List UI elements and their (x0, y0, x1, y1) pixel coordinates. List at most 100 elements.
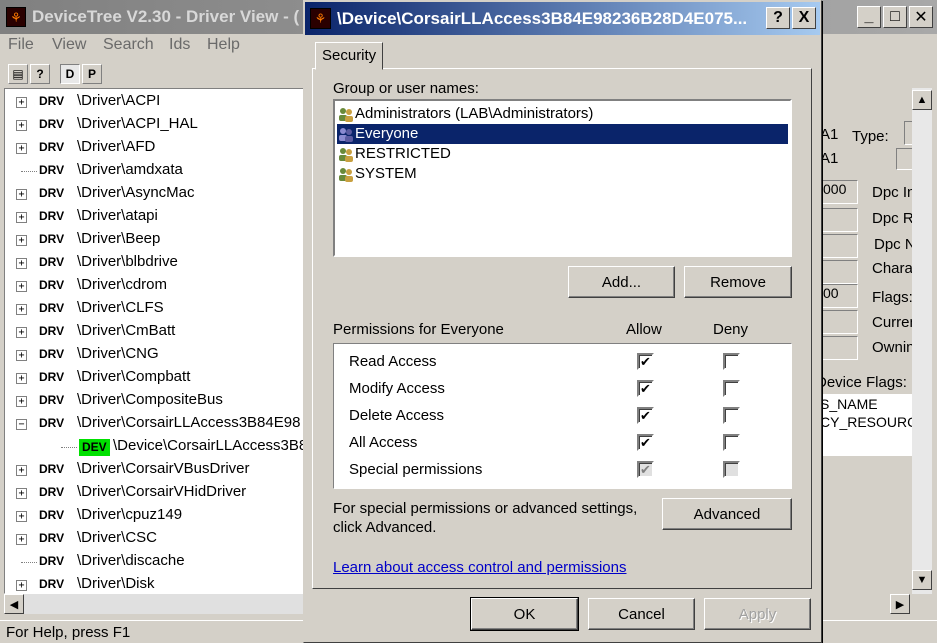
minimize-button[interactable]: _ (857, 6, 881, 28)
driver-tag: DRV (39, 531, 65, 545)
menu-help[interactable]: Help (207, 36, 240, 54)
dialog-help-button[interactable]: ? (766, 7, 790, 29)
tree-expander[interactable]: + (16, 488, 27, 499)
driver-tree[interactable]: + DRV \Driver\ACPI + DRV \Driver\ACPI_HAL + DRV… (4, 88, 306, 594)
tree-expander[interactable]: − (16, 419, 27, 430)
maximize-button[interactable]: □ (883, 6, 907, 28)
dialog-titlebar[interactable]: ⚘ \Device\CorsairLLAccess3B84E98236B28D4… (305, 2, 820, 35)
arrow-down-icon: ▼ (916, 574, 928, 586)
tab-security[interactable]: Security (315, 42, 384, 70)
tree-expander[interactable]: + (16, 235, 27, 246)
help-button[interactable]: ? (30, 64, 50, 84)
tree-expander[interactable]: + (16, 465, 27, 476)
tree-expander[interactable]: + (16, 350, 27, 361)
tree-node[interactable]: + DRV \Driver\cpuz149 (5, 505, 305, 528)
user-item-system[interactable]: SYSTEM (337, 164, 788, 184)
tree-expander[interactable]: + (16, 258, 27, 269)
menu-file[interactable]: File (8, 36, 34, 54)
device-flags-list[interactable]: S_NAME CY_RESOURC (820, 394, 912, 456)
ok-button[interactable]: OK (470, 597, 579, 631)
add-button[interactable]: Add... (568, 266, 675, 298)
tree-node-label: \Device\CorsairLLAccess3B8 (113, 437, 306, 454)
user-item-restricted[interactable]: RESTRICTED (337, 144, 788, 164)
tree-expander[interactable]: + (16, 327, 27, 338)
tree-expander[interactable]: + (16, 212, 27, 223)
tree-expander[interactable]: + (16, 534, 27, 545)
remove-button[interactable]: Remove (684, 266, 792, 298)
user-list[interactable]: Administrators (LAB\Administrators) Ever… (333, 99, 792, 257)
print-button[interactable]: ▤ (8, 64, 28, 84)
delete-allow-checkbox[interactable]: ✔ (637, 407, 654, 424)
tree-node[interactable]: + DRV \Driver\CorsairVBusDriver (5, 459, 305, 482)
tree-node[interactable]: − DRV \Driver\CorsairLLAccess3B84E98 (5, 413, 305, 436)
tree-node[interactable]: + DRV \Driver\CompositeBus (5, 390, 305, 413)
delete-deny-checkbox[interactable] (723, 407, 740, 424)
tree-expander[interactable]: + (16, 189, 27, 200)
menu-ids[interactable]: Ids (169, 36, 190, 54)
tree-node[interactable]: + DRV \Driver\atapi (5, 206, 305, 229)
device-flags-label: Device Flags: (816, 374, 907, 391)
vertical-scrollbar[interactable]: ▲ ▼ (912, 88, 932, 594)
menu-view[interactable]: View (52, 36, 86, 54)
user-item-administrators[interactable]: Administrators (LAB\Administrators) (337, 104, 788, 124)
tree-expander[interactable]: + (16, 511, 27, 522)
tree-node[interactable]: DEV \Device\CorsairLLAccess3B8 (5, 436, 305, 459)
tree-node[interactable]: + DRV \Driver\CmBatt (5, 321, 305, 344)
tree-node[interactable]: + DRV \Driver\AFD (5, 137, 305, 160)
tree-expander[interactable]: + (16, 304, 27, 315)
tree-node[interactable]: + DRV \Driver\CNG (5, 344, 305, 367)
scroll-down-button[interactable]: ▼ (912, 570, 932, 590)
user-name: Administrators (LAB\Administrators) (355, 105, 594, 122)
advanced-button[interactable]: Advanced (662, 498, 792, 530)
scroll-right-button[interactable]: ▶ (890, 594, 910, 614)
tree-expander[interactable]: + (16, 143, 27, 154)
tree-node[interactable]: + DRV \Driver\CLFS (5, 298, 305, 321)
tree-node[interactable]: + DRV \Driver\CorsairVHidDriver (5, 482, 305, 505)
tree-node[interactable]: + DRV \Driver\ACPI_HAL (5, 114, 305, 137)
permission-name: Modify Access (349, 380, 445, 397)
permission-row-all: All Access ✔ (334, 430, 791, 457)
read-deny-checkbox[interactable] (723, 353, 740, 370)
tree-node[interactable]: DRV \Driver\discache (5, 551, 305, 574)
all-allow-checkbox[interactable]: ✔ (637, 434, 654, 451)
scroll-up-button[interactable]: ▲ (912, 90, 932, 110)
advanced-hint-line-1: For special permissions or advanced sett… (333, 500, 638, 517)
modify-deny-checkbox[interactable] (723, 380, 740, 397)
tree-node[interactable]: + DRV \Driver\Compbatt (5, 367, 305, 390)
allow-header: Allow (626, 321, 662, 338)
all-deny-checkbox[interactable] (723, 434, 740, 451)
tree-expander[interactable]: + (16, 97, 27, 108)
tree-expander[interactable]: + (16, 373, 27, 384)
tree-expander[interactable]: + (16, 396, 27, 407)
tree-node[interactable]: + DRV \Driver\ACPI (5, 91, 305, 114)
driver-view-button[interactable]: D (60, 64, 80, 84)
user-item-everyone[interactable]: Everyone (337, 124, 788, 144)
pnp-view-button[interactable]: P (82, 64, 102, 84)
horizontal-scrollbar[interactable]: ◀ (4, 594, 306, 614)
close-button[interactable]: ✕ (909, 6, 933, 28)
scroll-left-button[interactable]: ◀ (4, 594, 24, 614)
apply-button[interactable]: Apply (704, 598, 811, 630)
tree-expander[interactable]: + (16, 281, 27, 292)
driver-tag: DRV (39, 393, 65, 407)
tree-node[interactable]: DRV \Driver\amdxata (5, 160, 305, 183)
driver-tag: DRV (39, 163, 65, 177)
tree-expander[interactable]: + (16, 580, 27, 591)
arrow-right-icon: ▶ (895, 598, 905, 611)
tree-node[interactable]: + DRV \Driver\Beep (5, 229, 305, 252)
menu-search[interactable]: Search (103, 36, 154, 54)
tree-node[interactable]: + DRV \Driver\AsyncMac (5, 183, 305, 206)
tree-node[interactable]: + DRV \Driver\cdrom (5, 275, 305, 298)
app-tree-icon: ⚘ (310, 8, 331, 29)
tree-node-label: \Driver\amdxata (77, 161, 183, 178)
tree-node[interactable]: + DRV \Driver\blbdrive (5, 252, 305, 275)
dialog-close-button[interactable]: X (792, 7, 816, 29)
tree-expander[interactable]: + (16, 120, 27, 131)
learn-more-link[interactable]: Learn about access control and permissio… (333, 559, 627, 576)
group-names-label: Group or user names: (333, 80, 479, 97)
tree-node[interactable]: + DRV \Driver\CSC (5, 528, 305, 551)
tree-node[interactable]: + DRV \Driver\Disk (5, 574, 305, 593)
modify-allow-checkbox[interactable]: ✔ (637, 380, 654, 397)
cancel-button[interactable]: Cancel (588, 598, 695, 630)
read-allow-checkbox[interactable]: ✔ (637, 353, 654, 370)
